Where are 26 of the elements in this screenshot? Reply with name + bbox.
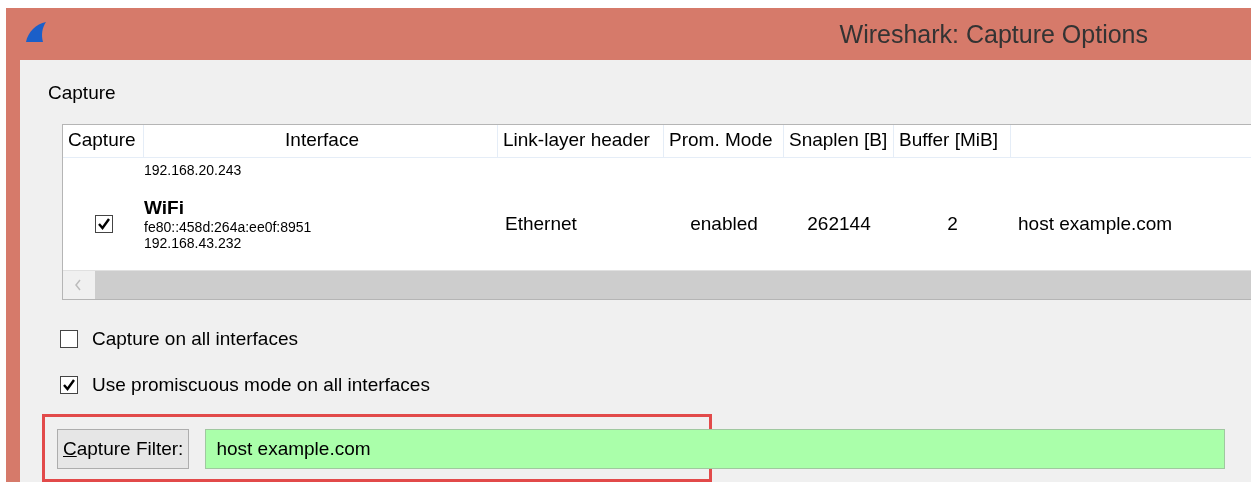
table-cell-text: Ethernet [504, 213, 577, 234]
column-header[interactable]: Buffer [MiB] [894, 125, 1011, 157]
shark-fin-icon [24, 20, 48, 44]
interface-address: 192.168.20.243 [144, 162, 242, 178]
column-header[interactable]: Prom. Mode [664, 125, 784, 157]
interface-address: 192.168.43.232 [144, 235, 242, 251]
column-header[interactable]: Interface [144, 125, 498, 157]
section-label: Capture [48, 82, 117, 104]
table-cell: enabled [690, 213, 758, 234]
table-cell-text: host example.com [1017, 213, 1173, 234]
interface-address: fe80::458d:264a:ee0f:8951 [144, 219, 312, 235]
interface-name: WiFi [144, 197, 184, 219]
horizontal-scrollbar[interactable] [63, 270, 1251, 299]
column-header[interactable]: Capture [63, 125, 144, 157]
checkbox[interactable] [94, 215, 113, 233]
column-header[interactable]: Link-layer header [498, 125, 664, 157]
checkbox[interactable] [60, 330, 78, 348]
window-title: Wireshark: Capture Options [839, 19, 1148, 49]
table-cell: 2 [947, 213, 958, 234]
checkbox[interactable] [60, 376, 78, 394]
checkbox-label[interactable]: Use promiscuous mode on all interfaces [92, 374, 430, 396]
table-cell: 262144 [807, 213, 871, 234]
column-header[interactable]: Snaplen [B] [784, 125, 894, 157]
capture-filter-button[interactable]: Capture Filter: [57, 429, 190, 469]
checkbox-label[interactable]: Capture on all interfaces [92, 328, 298, 350]
capture-filter-field[interactable]: host example.com [205, 429, 1226, 469]
